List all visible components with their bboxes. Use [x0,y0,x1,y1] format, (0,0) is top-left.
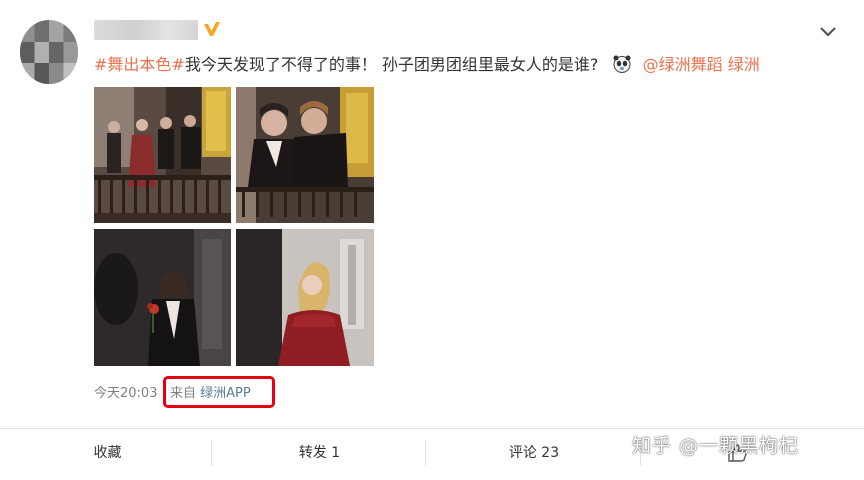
weibo-post-card: #舞出本色#我今天发现了不得了的事！ 孙子团男团组里最女人的是谁? @绿洲舞蹈 … [0,0,864,480]
post-photo-4[interactable] [236,229,374,366]
avatar[interactable] [20,20,78,84]
post-photo-2[interactable] [236,87,374,223]
post-source: 来自 绿洲APP [170,384,251,404]
zhihu-watermark: 知乎 @一颗黑枸杞 [632,435,800,457]
post-content: #舞出本色#我今天发现了不得了的事！ 孙子团男团组里最女人的是谁? @绿洲舞蹈 … [94,52,760,78]
panda-face-emoji-icon [613,55,631,73]
favorite-button[interactable]: 收藏 [60,442,155,464]
action-separator [211,440,212,466]
post-photo-1[interactable] [94,87,231,223]
username-blurred[interactable] [94,20,198,40]
action-bar-divider [0,428,864,429]
action-separator [425,440,426,466]
post-timestamp[interactable]: 今天20:03 [94,384,157,404]
post-body-text: 我今天发现了不得了的事！ 孙子团男团组里最女人的是谁? [184,55,599,74]
repost-button[interactable]: 转发 1 [272,442,367,464]
source-app-link[interactable]: 绿洲APP [200,386,251,401]
verified-badge-icon [204,22,220,36]
mention-link[interactable]: @绿洲舞蹈 [643,55,723,74]
topic-link[interactable]: #舞出本色# [94,55,185,74]
chevron-down-icon[interactable] [816,22,840,42]
source-account-link[interactable]: 绿洲 [728,55,760,74]
post-photo-3[interactable] [94,229,231,366]
comment-button[interactable]: 评论 23 [484,442,584,464]
source-prefix: 来自 [170,386,197,401]
